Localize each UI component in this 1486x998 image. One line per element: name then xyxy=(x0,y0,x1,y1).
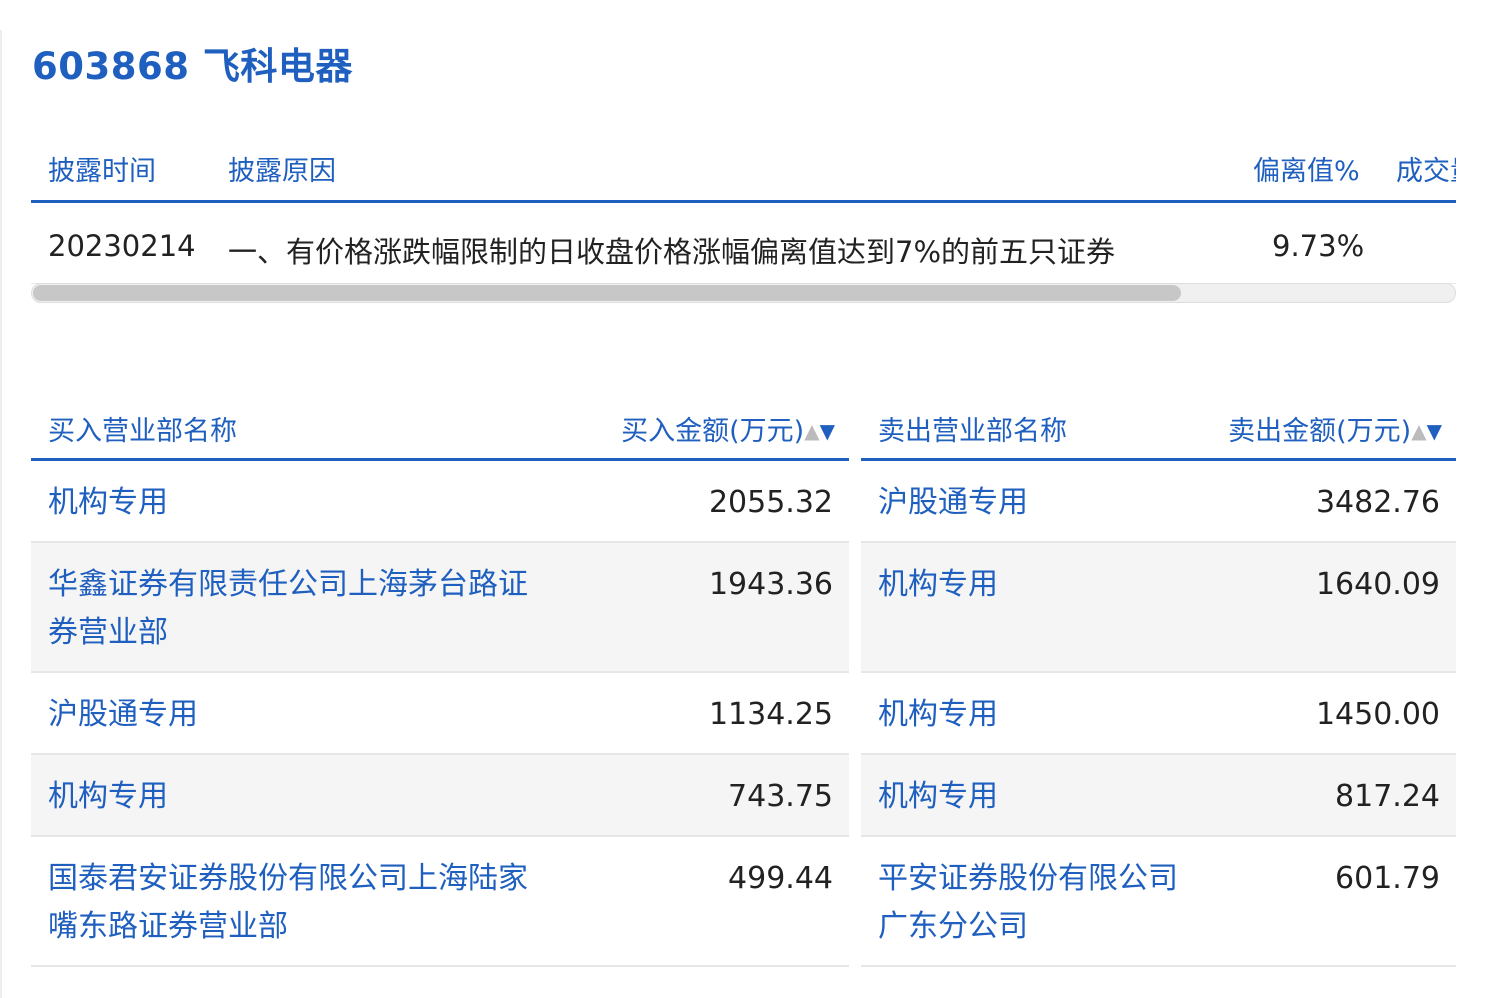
sell-amount: 601.79 xyxy=(1335,861,1440,896)
table-row: 机构专用 2055.32 xyxy=(31,461,849,543)
buy-amount: 1134.25 xyxy=(708,697,833,732)
sell-amount: 1640.09 xyxy=(1315,567,1440,602)
scrollbar-thumb[interactable] xyxy=(33,285,1181,301)
buy-table: 买入营业部名称 买入金额(万元)▲▼ 机构专用 2055.32 华鑫证券有限责任… xyxy=(31,392,849,967)
sell-table: 卖出营业部名称 卖出金额(万元)▲▼ 沪股通专用 3482.76 机构专用 16… xyxy=(861,392,1456,967)
buy-broker-link[interactable]: 国泰君安证券股份有限公司上海陆家嘴东路证券营业部 xyxy=(48,855,548,951)
buy-broker-link[interactable]: 机构专用 xyxy=(48,773,548,821)
buy-broker-link[interactable]: 机构专用 xyxy=(48,479,548,527)
disclosure-row: 20230214 一、有价格涨跌幅限制的日收盘价格涨幅偏离值达到7%的前五只证券… xyxy=(31,203,1456,284)
sort-down-icon: ▼ xyxy=(1426,419,1442,443)
left-border xyxy=(0,30,2,998)
header-time: 披露时间 xyxy=(48,156,156,187)
sell-broker-link[interactable]: 机构专用 xyxy=(878,561,1178,609)
buy-name-header: 买入营业部名称 xyxy=(48,416,237,447)
sell-broker-link[interactable]: 沪股通专用 xyxy=(878,479,1178,527)
sort-icon[interactable]: ▲▼ xyxy=(1411,419,1442,443)
buy-amount: 499.44 xyxy=(728,861,833,896)
sort-up-icon: ▲ xyxy=(1411,419,1427,443)
sell-broker-link[interactable]: 平安证券股份有限公司广东分公司 xyxy=(878,855,1178,951)
buy-amount: 1943.36 xyxy=(708,567,833,602)
header-reason: 披露原因 xyxy=(228,156,336,187)
table-row: 华鑫证券有限责任公司上海茅台路证券营业部 1943.36 xyxy=(31,543,849,673)
table-row: 机构专用 817.24 xyxy=(861,755,1456,837)
buy-broker-link[interactable]: 华鑫证券有限责任公司上海茅台路证券营业部 xyxy=(48,561,548,657)
table-row: 平安证券股份有限公司广东分公司 601.79 xyxy=(861,837,1456,967)
sell-amount: 1450.00 xyxy=(1315,697,1440,732)
sell-amount: 3482.76 xyxy=(1315,485,1440,520)
table-row: 机构专用 1450.00 xyxy=(861,673,1456,755)
disclosure-table: 披露时间 披露原因 偏离值% 成交量 20230214 一、有价格涨跌幅限制的日… xyxy=(31,128,1456,308)
page-title: 603868 飞科电器 xyxy=(32,45,353,88)
sell-name-header: 卖出营业部名称 xyxy=(878,416,1067,447)
disclosure-deviation: 9.73% xyxy=(1272,229,1365,263)
header-volume: 成交量 xyxy=(1396,156,1456,187)
buy-broker-link[interactable]: 沪股通专用 xyxy=(48,691,548,739)
sort-down-icon: ▼ xyxy=(819,419,835,443)
sell-amount: 817.24 xyxy=(1335,779,1440,814)
buy-header: 买入营业部名称 买入金额(万元)▲▼ xyxy=(31,392,849,461)
sell-broker-link[interactable]: 机构专用 xyxy=(878,691,1178,739)
table-row: 沪股通专用 3482.76 xyxy=(861,461,1456,543)
table-row: 沪股通专用 1134.25 xyxy=(31,673,849,755)
buy-amount-header[interactable]: 买入金额(万元)▲▼ xyxy=(621,409,835,448)
disclosure-time: 20230214 xyxy=(48,229,196,263)
buy-amount-label: 买入金额(万元) xyxy=(621,416,805,447)
table-row: 国泰君安证券股份有限公司上海陆家嘴东路证券营业部 499.44 xyxy=(31,837,849,967)
sell-broker-link[interactable]: 机构专用 xyxy=(878,773,1178,821)
table-row: 机构专用 1640.09 xyxy=(861,543,1456,673)
table-row: 机构专用 743.75 xyxy=(31,755,849,837)
sell-header: 卖出营业部名称 卖出金额(万元)▲▼ xyxy=(861,392,1456,461)
sort-icon[interactable]: ▲▼ xyxy=(804,419,835,443)
horizontal-scrollbar[interactable] xyxy=(31,283,1456,303)
sort-up-icon: ▲ xyxy=(804,419,820,443)
buy-amount: 2055.32 xyxy=(708,485,833,520)
sell-amount-header[interactable]: 卖出金额(万元)▲▼ xyxy=(1228,409,1442,448)
buy-amount: 743.75 xyxy=(728,779,833,814)
sell-amount-label: 卖出金额(万元) xyxy=(1228,416,1412,447)
disclosure-reason: 一、有价格涨跌幅限制的日收盘价格涨幅偏离值达到7%的前五只证券 xyxy=(228,235,1116,269)
header-deviation: 偏离值% xyxy=(1253,156,1360,187)
disclosure-header: 披露时间 披露原因 偏离值% 成交量 xyxy=(31,128,1456,203)
